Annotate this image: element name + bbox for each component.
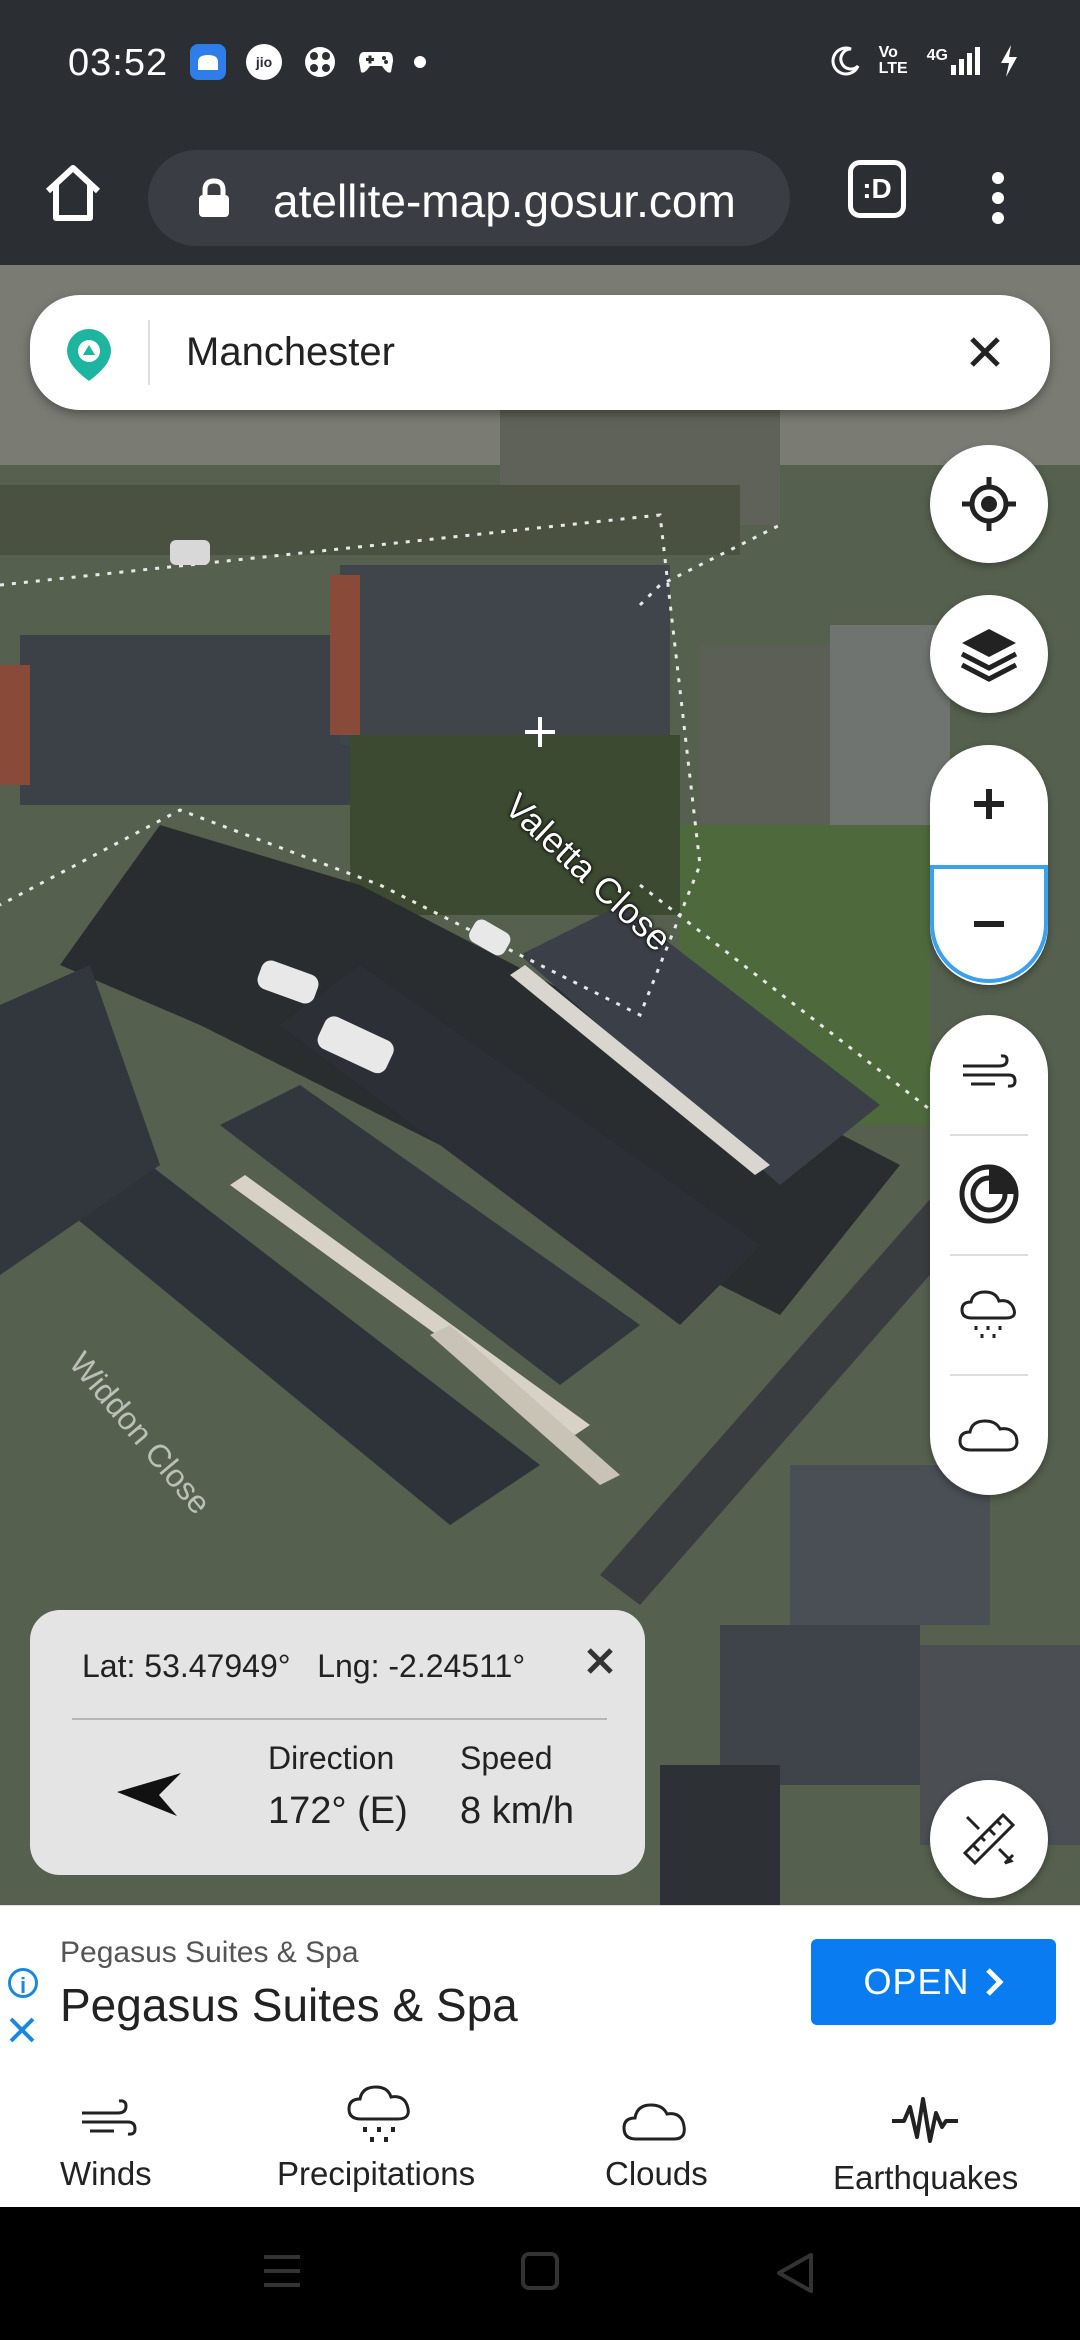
bottom-navigation: Winds Precipitations Clouds Earthquakes [0,2055,1080,2207]
jio-icon: jio [246,44,282,80]
recent-apps-icon[interactable] [262,2253,302,2289]
controller-icon [358,44,394,80]
my-location-button[interactable] [930,445,1048,563]
home-square-icon[interactable] [520,2251,560,2291]
close-icon [587,1648,613,1674]
weather-layer-controls [930,1015,1048,1495]
search-input[interactable] [186,322,946,382]
nav-label: Earthquakes [833,2159,1019,2196]
close-info-panel-button[interactable] [585,1638,615,1686]
ad-close-button[interactable] [8,2011,36,2053]
zoom-controls [930,745,1048,985]
layers-icon [960,629,1018,682]
volte-icon: Vo LTE [878,44,908,77]
signal-4g-icon: 4G [927,47,980,75]
home-button[interactable] [38,158,108,228]
url-text: atellite-map.gosur.com [273,175,736,227]
wind-layer-button[interactable] [930,1015,1048,1133]
search-bar [30,295,1050,410]
search-divider [148,320,150,385]
direction-arrow-icon [117,1773,181,1816]
browser-toolbar: atellite-map.gosur.com :D [0,130,1080,265]
system-navigation-bar [0,2207,1080,2340]
status-icons-right: Vo LTE 4G [831,44,1020,78]
nav-label: Clouds [605,2155,708,2192]
nav-precipitations[interactable]: Precipitations [270,2055,490,2207]
ruler-pencil-icon [962,1812,1016,1866]
rain-cloud-icon [960,1290,1016,1338]
measure-draw-button[interactable] [930,1780,1048,1898]
status-icons-left: jio [190,44,426,80]
location-info-panel: Lat: 53.47949° Lng: -2.24511° Direction … [30,1610,645,1875]
radar-layer-button[interactable] [930,1135,1048,1253]
satellite-map[interactable]: Valetta Close Widdon Close Manchester La… [0,265,1080,1905]
more-vert-icon [992,172,1004,224]
info-divider [72,1718,607,1720]
lat-lng-readout: Lat: 53.47949° Lng: -2.24511° [82,1648,526,1684]
cloud-icon [622,2103,686,2141]
back-icon[interactable] [775,2251,815,2295]
ad-open-label: OPEN [863,1961,970,2002]
nav-clouds[interactable]: Clouds [590,2055,720,2207]
browser-menu-button[interactable] [978,158,1018,238]
ad-title: Pegasus Suites & Spa [60,1979,518,2031]
radar-icon [959,1164,1019,1224]
direction-label: Direction [268,1740,395,1776]
plus-icon [974,789,1004,819]
nav-earthquakes[interactable]: Earthquakes [830,2055,1020,2207]
zoom-in-button[interactable] [930,745,1048,863]
nav-label: Precipitations [277,2155,476,2192]
close-icon [970,337,1000,367]
app-icon [190,44,226,80]
precipitation-layer-button[interactable] [930,1255,1048,1373]
battery-charging-icon [1001,45,1017,77]
cloud-icon [958,1419,1019,1452]
speed-value: 8 km/h [460,1790,575,1832]
status-bar: 03:52 jio Vo LTE 4G [0,0,1080,130]
crosshair-location-icon [962,477,1016,531]
tab-switcher-button[interactable]: :D [848,160,906,218]
rain-cloud-icon [347,2085,410,2142]
nav-label: Winds [60,2155,152,2192]
home-icon [45,165,101,221]
game-icon [302,44,338,80]
network-type-text: 4G [926,47,948,64]
direction-value: 172° (E) [268,1790,408,1832]
map-layers-button[interactable] [930,595,1048,713]
ad-banner[interactable]: i Pegasus Suites & Spa Pegasus Suites & … [0,1905,1080,2056]
cloud-layer-button[interactable] [930,1375,1048,1493]
close-icon [9,2017,35,2043]
wind-icon [963,1054,1017,1088]
status-time: 03:52 [68,42,169,84]
map-pin-logo-icon [67,329,111,381]
ad-info-icon[interactable]: i [8,1968,38,1998]
speed-label: Speed [460,1740,553,1776]
moon-icon [831,46,860,76]
zoom-out-button[interactable] [930,865,1048,983]
ad-open-button[interactable]: OPEN [811,1939,1056,2025]
address-bar[interactable]: atellite-map.gosur.com [148,150,790,246]
wind-icon [82,2099,137,2136]
lock-icon [199,178,229,217]
chevron-right-icon [985,1968,1004,1996]
dot-icon [414,56,426,68]
seismograph-icon [892,2097,958,2143]
nav-winds[interactable]: Winds [40,2055,175,2207]
minus-icon [974,921,1004,927]
clear-search-button[interactable] [960,327,1010,377]
ad-advertiser: Pegasus Suites & Spa [60,1936,359,1969]
